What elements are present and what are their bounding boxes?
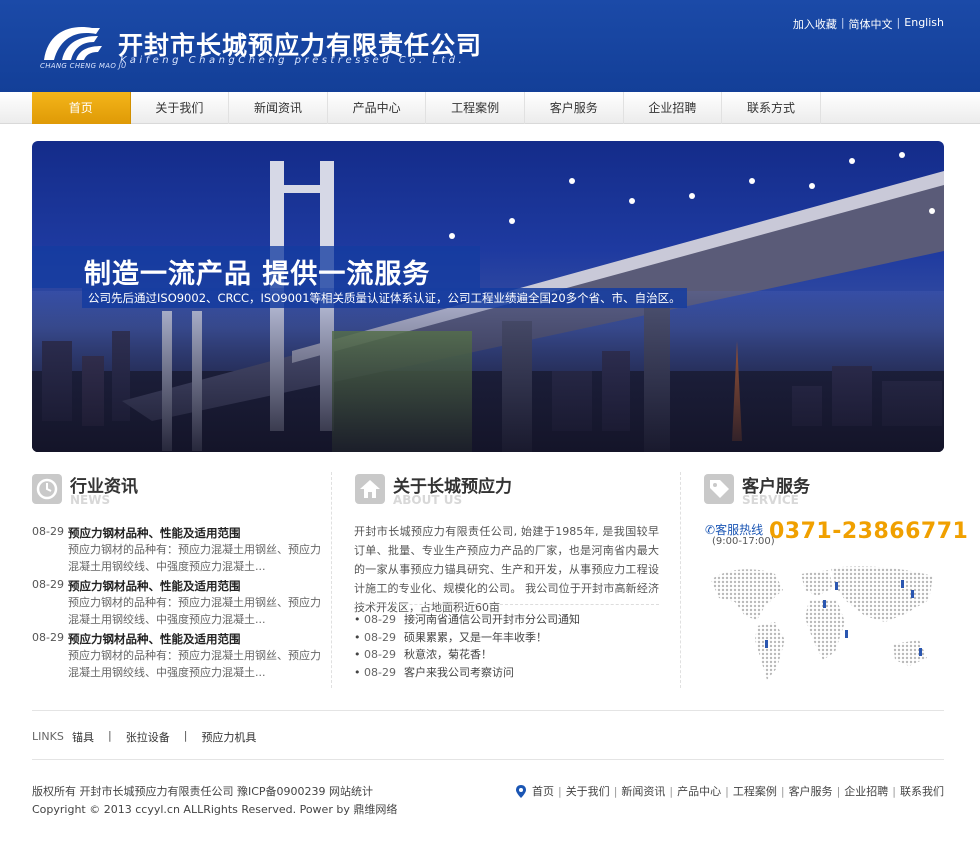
- site-header: CHANG CHENG MAO JU 开封市长城预应力有限责任公司 Kaifen…: [0, 0, 980, 92]
- nav-item-cases[interactable]: 工程案例: [426, 92, 525, 124]
- nav-item-about[interactable]: 关于我们: [131, 92, 230, 124]
- english-link[interactable]: English: [904, 16, 944, 32]
- hero-banner[interactable]: 制造一流产品 提供一流服务 公司先后通过ISO9002、CRCC，ISO9001…: [32, 141, 944, 452]
- friend-links: LINKS 锚具 | 张拉设备 | 预应力机具: [32, 710, 944, 760]
- top-links: 加入收藏 | 简体中文 | English: [793, 16, 944, 32]
- column-divider: [331, 472, 332, 688]
- main-nav: 首页 关于我们 新闻资讯 产品中心 工程案例 客户服务 企业招聘 联系方式: [0, 92, 980, 124]
- link-prestress-tools[interactable]: 预应力机具: [201, 729, 256, 745]
- footer-line-1: 版权所有 开封市长城预应力有限责任公司 豫ICP备0900239 网站统计: [32, 785, 374, 798]
- news-desc: 预应力钢材的品种有：预应力混凝土用钢丝、预应力混凝土用钢绞线、中强度预应力混凝土…: [68, 649, 321, 679]
- phone-icon: ✆: [705, 523, 716, 537]
- home-icon: [355, 474, 385, 504]
- list-date: 08-29: [364, 630, 396, 644]
- nav-item-home[interactable]: 首页: [32, 92, 131, 124]
- links-label: LINKS: [32, 730, 64, 743]
- news-item[interactable]: 08-29 预应力钢材品种、性能及适用范围 预应力钢材的品种有：预应力混凝土用钢…: [32, 578, 322, 628]
- about-news-list: • 08-29 接河南省通信公司开封市分公司通知 • 08-29 硕果累累，又是一年…: [354, 604, 659, 681]
- separator: |: [183, 729, 188, 742]
- footer-nav: 首页 | 关于我们 | 新闻资讯 | 产品中心 | 工程案例 | 客户服务 | 企业招聘 | …: [515, 783, 944, 799]
- footer-nav-news[interactable]: 新闻资讯: [621, 783, 665, 799]
- news-title[interactable]: 预应力钢材品种、性能及适用范围: [68, 525, 241, 541]
- list-item[interactable]: • 08-29 接河南省通信公司开封市分公司通知: [354, 611, 659, 629]
- list-item[interactable]: • 08-29 秋意浓，菊花香！: [354, 646, 659, 664]
- nav-item-contact[interactable]: 联系方式: [722, 92, 821, 124]
- logo-text: CHANG CHENG MAO JU: [40, 62, 127, 70]
- link-tension-equipment[interactable]: 张拉设备: [126, 729, 170, 745]
- list-item[interactable]: • 08-29 客户来我公司考察访问: [354, 664, 659, 682]
- service-section-header: 客户服务 SERVICE: [704, 474, 904, 508]
- about-section-header: 关于长城预应力 ABOUT US: [355, 474, 555, 508]
- tag-icon: [704, 474, 734, 504]
- footer-nav-about[interactable]: 关于我们: [566, 783, 610, 799]
- list-title[interactable]: 秋意浓，菊花香！: [404, 648, 492, 661]
- hotline-number: 0371-23866771: [769, 519, 969, 544]
- news-item[interactable]: 08-29 预应力钢材品种、性能及适用范围 预应力钢材的品种有：预应力混凝土用钢…: [32, 631, 322, 681]
- news-date: 08-29: [32, 525, 64, 538]
- nav-item-news[interactable]: 新闻资讯: [229, 92, 328, 124]
- company-name-en: Kaifeng ChangCheng prestressed Co. Ltd.: [120, 55, 466, 66]
- about-text: 开封市长城预应力有限责任公司, 始建于1985年, 是我国较早订单、批量、专业生…: [354, 525, 659, 614]
- footer-nav-contact[interactable]: 联系我们: [900, 783, 944, 799]
- service-section-subtitle: SERVICE: [742, 493, 799, 507]
- news-date: 08-29: [32, 631, 64, 644]
- list-title[interactable]: 接河南省通信公司开封市分公司通知: [404, 613, 580, 626]
- news-section-subtitle: NEWS: [70, 493, 111, 507]
- footer-nav-home[interactable]: 首页: [532, 783, 554, 799]
- links-list: 锚具 | 张拉设备 | 预应力机具: [72, 729, 256, 745]
- footer-copyright: 版权所有 开封市长城预应力有限责任公司 豫ICP备0900239 网站统计 Co…: [32, 783, 397, 819]
- separator: |: [896, 16, 901, 29]
- news-title[interactable]: 预应力钢材品种、性能及适用范围: [68, 631, 241, 647]
- nav-item-products[interactable]: 产品中心: [328, 92, 427, 124]
- footer-line-2: Copyright © 2013 ccyyl.cn ALLRights Rese…: [32, 803, 398, 816]
- column-divider: [680, 472, 681, 688]
- nav-item-jobs[interactable]: 企业招聘: [624, 92, 723, 124]
- footer-nav-jobs[interactable]: 企业招聘: [844, 783, 888, 799]
- list-date: 08-29: [364, 665, 396, 679]
- news-desc: 预应力钢材的品种有：预应力混凝土用钢丝、预应力混凝土用钢绞线、中强度预应力混凝土…: [68, 543, 321, 573]
- news-date: 08-29: [32, 578, 64, 591]
- news-desc: 预应力钢材的品种有：预应力混凝土用钢丝、预应力混凝土用钢绞线、中强度预应力混凝土…: [68, 596, 321, 626]
- add-favorite-link[interactable]: 加入收藏: [793, 16, 837, 32]
- news-title[interactable]: 预应力钢材品种、性能及适用范围: [68, 578, 241, 594]
- list-date: 08-29: [364, 648, 396, 661]
- news-section-header: 行业资讯 NEWS: [32, 474, 232, 508]
- list-date: 08-29: [364, 613, 396, 626]
- separator: |: [840, 16, 845, 29]
- separator: |: [108, 729, 112, 742]
- banner-headline-box: 制造一流产品 提供一流服务: [32, 246, 480, 290]
- about-section-subtitle: ABOUT US: [393, 493, 463, 507]
- logo-icon[interactable]: [40, 20, 110, 66]
- footer-nav-products[interactable]: 产品中心: [677, 783, 721, 799]
- nav-item-service[interactable]: 客户服务: [525, 92, 624, 124]
- map-pin-icon: [515, 784, 526, 798]
- list-title[interactable]: 硕果累累，又是一年丰收季！: [404, 631, 547, 644]
- banner-headline: 制造一流产品 提供一流服务: [84, 259, 431, 290]
- news-item[interactable]: 08-29 预应力钢材品种、性能及适用范围 预应力钢材的品种有：预应力混凝土用钢…: [32, 525, 322, 575]
- footer-nav-service[interactable]: 客户服务: [789, 783, 833, 799]
- simplified-chinese-link[interactable]: 简体中文: [849, 16, 893, 32]
- hotline-hours: (9:00-17:00): [712, 536, 775, 547]
- banner-subline: 公司先后通过ISO9002、CRCC，ISO9001等相关质量认证体系认证，公司…: [82, 288, 687, 308]
- footer-nav-cases[interactable]: 工程案例: [733, 783, 777, 799]
- banner-overlay: [32, 291, 944, 452]
- list-title[interactable]: 客户来我公司考察访问: [404, 666, 514, 679]
- clock-icon: [32, 474, 62, 504]
- list-item[interactable]: • 08-29 硕果累累，又是一年丰收季！: [354, 629, 659, 647]
- world-map-image: [711, 566, 933, 680]
- link-anchors[interactable]: 锚具: [72, 729, 94, 745]
